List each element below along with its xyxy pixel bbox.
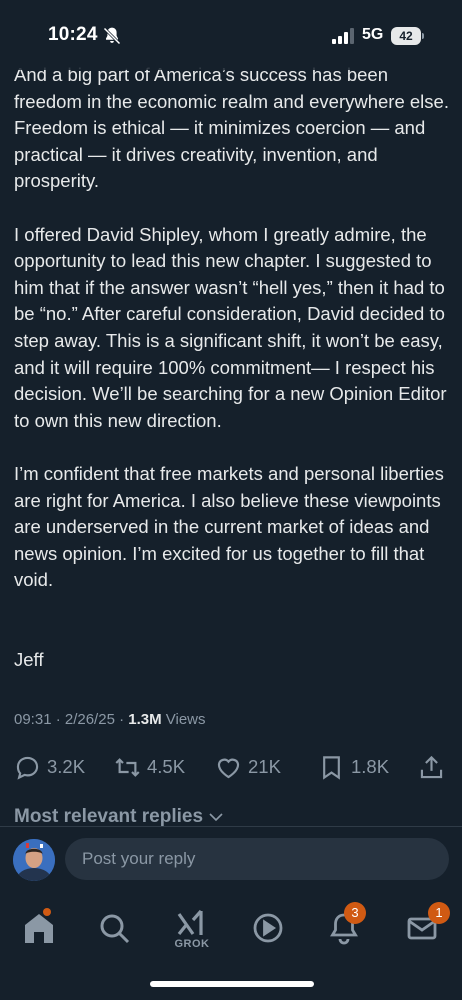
repost-button[interactable]: 4.5K: [114, 750, 185, 784]
reply-icon: [16, 756, 39, 780]
network-type: 5G: [362, 26, 384, 43]
share-button[interactable]: [418, 750, 451, 784]
nav-messages[interactable]: 1: [402, 902, 450, 948]
nav-home[interactable]: [19, 908, 59, 948]
post-actions: 3.2K 4.5K 21K 1.8K: [0, 750, 462, 784]
post-timestamp[interactable]: 09:31 · 2/26/25 ·: [14, 711, 128, 728]
nav-spaces[interactable]: [248, 908, 288, 948]
avatar-image: [13, 839, 55, 881]
status-bar: 10:24 5G 42: [0, 0, 462, 70]
views-count: 1.3M: [128, 711, 162, 728]
reply-composer-bar: Post your reply: [0, 826, 462, 892]
cellular-signal-icon: [332, 28, 354, 44]
messages-badge: 1: [428, 902, 450, 924]
bookmark-icon: [323, 755, 340, 780]
reply-button[interactable]: 3.2K: [14, 750, 85, 784]
post-body: And a big part of America’s success has …: [14, 62, 450, 620]
share-icon: [420, 755, 443, 778]
play-circle-icon: [253, 913, 283, 943]
nav-grok[interactable]: GROK: [171, 908, 211, 950]
bookmark-button[interactable]: 1.8K: [318, 750, 389, 784]
post-paragraph: I offered David Shipley, whom I greatly …: [14, 223, 447, 431]
nav-notifications[interactable]: 3: [324, 902, 366, 948]
grok-label: GROK: [174, 938, 210, 950]
views-label: Views: [161, 711, 206, 728]
battery-icon: 42: [391, 27, 421, 45]
bookmark-count: 1.8K: [351, 756, 390, 777]
battery-nub: [422, 33, 424, 39]
chevron-down-icon: [209, 813, 223, 822]
grok-icon: [177, 909, 203, 935]
post-paragraph: And a big part of America’s success has …: [14, 64, 449, 192]
post-meta: 09:31 · 2/26/25 · 1.3M Views: [14, 711, 206, 728]
nav-search[interactable]: [94, 908, 134, 948]
home-indicator: [150, 981, 314, 987]
avatar[interactable]: [13, 839, 55, 881]
like-count: 21K: [248, 756, 281, 777]
home-unread-dot: [43, 908, 51, 916]
search-icon: [100, 914, 130, 944]
status-time: 10:24: [48, 24, 98, 45]
replies-sort-label: Most relevant replies: [14, 806, 204, 827]
repost-icon: [115, 757, 140, 777]
heart-icon: [217, 758, 240, 778]
replies-sort-dropdown[interactable]: Most relevant replies: [14, 806, 225, 828]
notifications-badge: 3: [344, 902, 366, 924]
reply-count: 3.2K: [47, 756, 86, 777]
like-button[interactable]: 21K: [215, 750, 281, 784]
home-icon: [25, 914, 53, 943]
reply-input[interactable]: Post your reply: [65, 838, 449, 880]
post-signature: Jeff: [14, 649, 44, 670]
repost-count: 4.5K: [147, 756, 186, 777]
post-paragraph: I’m confident that free markets and pers…: [14, 462, 444, 591]
bell-off-icon: [103, 27, 121, 45]
